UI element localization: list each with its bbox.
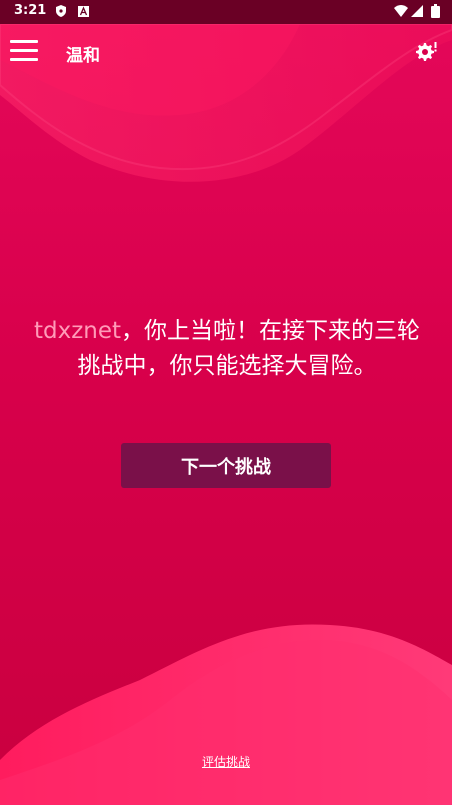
settings-button[interactable] bbox=[414, 40, 438, 64]
menu-button[interactable] bbox=[10, 40, 38, 62]
app-screen: 3:21 温和 tdxznet，你上当啦！在接下来的三轮挑战中，你只能选择大冒险… bbox=[0, 0, 452, 805]
status-time: 3:21 bbox=[14, 3, 47, 18]
app-bar: 温和 bbox=[0, 24, 452, 80]
wifi-icon bbox=[394, 4, 408, 18]
challenge-text: ，你上当啦！在接下来的三轮挑战中，你只能选择大冒险。 bbox=[77, 318, 421, 379]
background-waves bbox=[0, 23, 452, 805]
player-name: tdxznet bbox=[33, 318, 122, 344]
hamburger-line bbox=[10, 58, 38, 61]
signal-icon bbox=[410, 4, 424, 18]
a-badge-icon bbox=[76, 4, 90, 18]
hamburger-line bbox=[10, 49, 38, 52]
page-title: 温和 bbox=[66, 46, 100, 66]
evaluate-challenge-link[interactable]: 评估挑战 bbox=[0, 753, 452, 770]
shield-icon bbox=[54, 4, 68, 18]
hamburger-menu-icon bbox=[10, 40, 38, 43]
battery-icon bbox=[428, 4, 442, 18]
challenge-message: tdxznet，你上当啦！在接下来的三轮挑战中，你只能选择大冒险。 bbox=[30, 314, 424, 384]
status-bar: 3:21 bbox=[0, 0, 452, 24]
next-challenge-button[interactable]: 下一个挑战 bbox=[121, 443, 331, 488]
settings-alert-icon bbox=[416, 42, 437, 61]
